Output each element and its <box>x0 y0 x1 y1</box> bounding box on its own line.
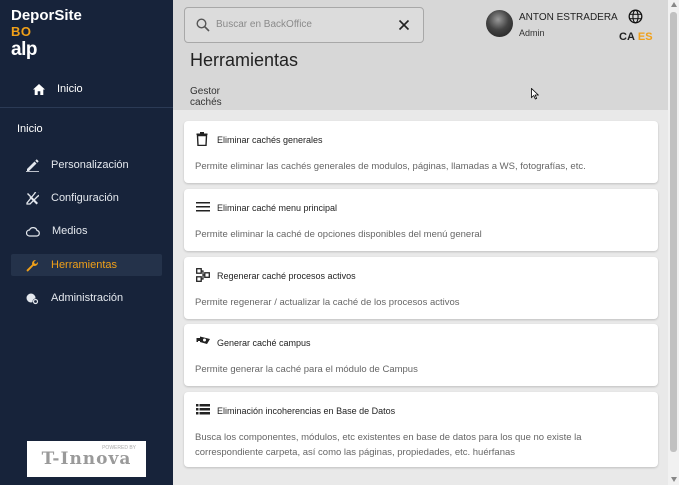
t-innova-logo: POWERED BY T-Innova <box>27 441 146 477</box>
sidebar-item-configuracion[interactable]: Configuración <box>11 187 162 209</box>
tools-icon <box>26 191 39 205</box>
user-name: ANTON ESTRADERA <box>519 12 618 23</box>
sidebar-item-personalizacion[interactable]: Personalización <box>11 154 162 176</box>
trash-icon <box>196 132 208 146</box>
scroll-down-arrow-icon[interactable] <box>671 477 677 482</box>
logo-powered-text: POWERED BY <box>102 445 136 451</box>
sidebar-item-label: Herramientas <box>51 259 118 271</box>
card-description: Busca los componentes, módulos, etc exis… <box>195 432 582 458</box>
brand-sub: BO <box>11 24 32 39</box>
card-title: Eliminación incoherencias en Base de Dat… <box>217 406 396 416</box>
sidebar-item-administracion[interactable]: Administración <box>11 287 162 309</box>
sidebar-item-medios[interactable]: Medios <box>11 220 162 242</box>
pencil-icon <box>26 158 39 172</box>
home-icon <box>33 83 45 95</box>
sidebar-item-label: Administración <box>51 292 124 304</box>
process-icon <box>196 268 210 282</box>
search-box[interactable]: Buscar en BackOffice <box>184 7 424 43</box>
logo-text: T-Innova <box>41 449 132 469</box>
header: Buscar en BackOffice ANTON ESTRADERA Adm… <box>173 0 668 118</box>
page-title: Herramientas <box>190 50 299 70</box>
card-title: Eliminar caché menu principal <box>217 203 338 213</box>
card-description: Permite regenerar / actualizar la caché … <box>195 297 460 308</box>
cloud-icon <box>26 226 40 237</box>
globe-icon[interactable] <box>628 9 643 24</box>
search-input[interactable]: Buscar en BackOffice <box>216 19 312 30</box>
sidebar: DeporSite BO alp Inicio Inicio Personali… <box>0 0 173 485</box>
card-regenerar-cache-procesos[interactable]: Regenerar caché procesos activos Permite… <box>184 257 658 319</box>
card-title: Eliminar cachés generales <box>217 135 323 145</box>
search-icon <box>196 18 210 32</box>
card-description: Permite generar la caché para el módulo … <box>195 364 418 375</box>
user-role: Admin <box>519 28 545 38</box>
brand-logo[interactable]: DeporSite BO alp <box>11 7 82 60</box>
language-switcher: CA ES <box>619 31 653 43</box>
scroll-thumb[interactable] <box>670 12 677 452</box>
scroll-up-arrow-icon[interactable] <box>671 2 677 7</box>
brand-alp: alp <box>11 39 37 60</box>
sidebar-section-title: Inicio <box>17 123 43 135</box>
sidebar-item-label: Inicio <box>57 83 83 95</box>
wrench-icon <box>26 259 39 271</box>
sidebar-item-home[interactable]: Inicio <box>33 81 83 97</box>
lang-ca[interactable]: CA <box>619 31 635 43</box>
sidebar-item-herramientas[interactable]: Herramientas <box>11 254 162 276</box>
sidebar-divider <box>0 107 173 108</box>
close-icon[interactable] <box>398 19 410 31</box>
card-eliminacion-incoherencias[interactable]: Eliminación incoherencias en Base de Dat… <box>184 392 658 467</box>
mouse-cursor-icon <box>531 88 539 100</box>
main-content: Eliminar cachés generales Permite elimin… <box>173 110 668 485</box>
sidebar-item-label: Configuración <box>51 192 119 204</box>
card-eliminar-cache-menu[interactable]: Eliminar caché menu principal Permite el… <box>184 189 658 251</box>
card-description: Permite eliminar la caché de opciones di… <box>195 229 482 240</box>
card-generar-cache-campus[interactable]: Generar caché campus Permite generar la … <box>184 324 658 386</box>
brand-name: DeporSite <box>11 7 82 24</box>
menu-icon <box>196 202 210 212</box>
avatar[interactable] <box>486 10 513 37</box>
card-eliminar-caches-generales[interactable]: Eliminar cachés generales Permite elimin… <box>184 121 658 183</box>
sidebar-item-label: Medios <box>52 225 88 237</box>
list-icon <box>196 404 210 415</box>
card-description: Permite eliminar las cachés generales de… <box>195 161 586 172</box>
sidebar-item-label: Personalización <box>51 159 129 171</box>
lang-es[interactable]: ES <box>638 31 653 43</box>
card-title: Regenerar caché procesos activos <box>217 271 356 281</box>
card-title: Generar caché campus <box>217 338 311 348</box>
admin-settings-icon <box>26 293 39 304</box>
campus-icon <box>196 336 210 344</box>
scrollbar[interactable] <box>668 0 679 485</box>
